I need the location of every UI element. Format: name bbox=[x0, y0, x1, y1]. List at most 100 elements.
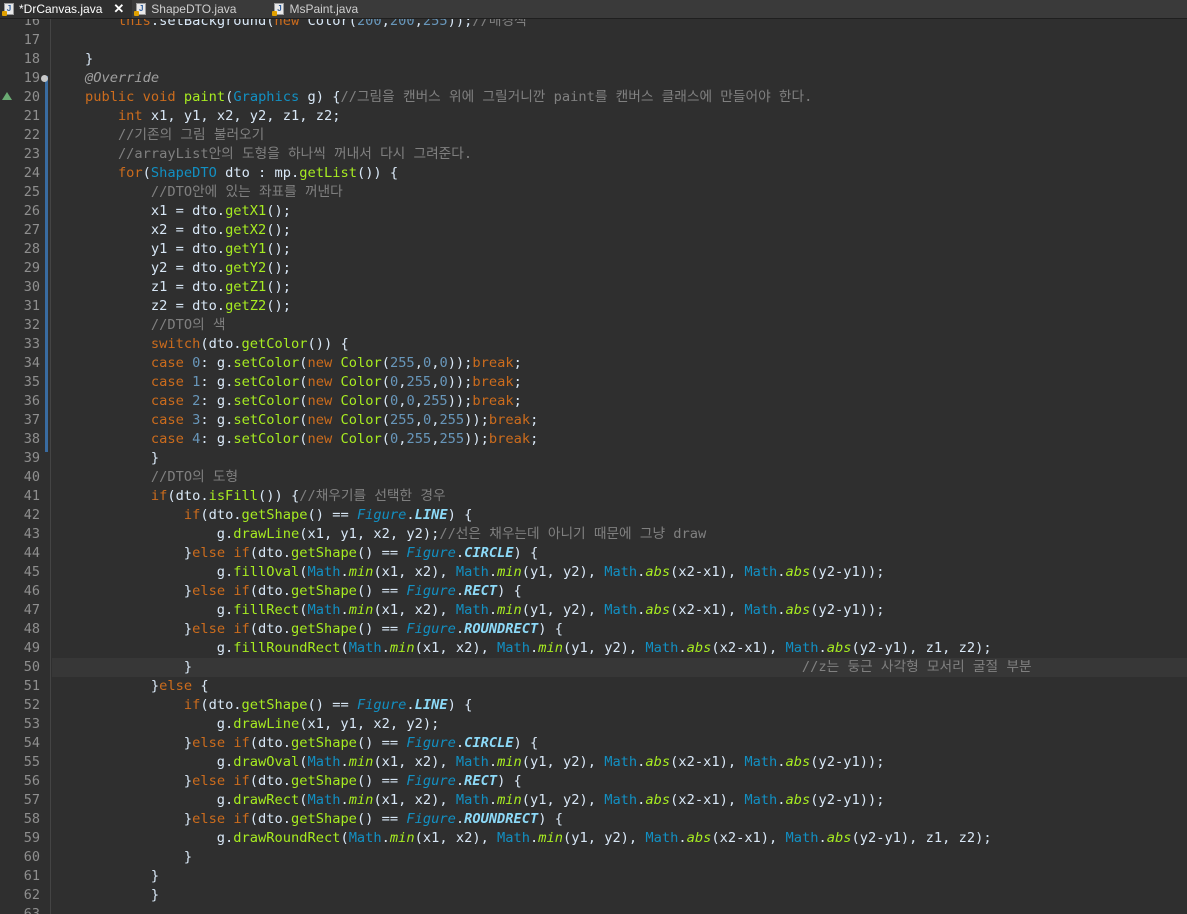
tab-drcanvas[interactable]: J *DrCanvas.java ✕ bbox=[0, 0, 133, 18]
code-token: . bbox=[777, 792, 786, 808]
code-token: Math bbox=[497, 830, 531, 846]
code-line[interactable] bbox=[52, 905, 1187, 914]
code-token: paint bbox=[183, 89, 226, 105]
code-token: min bbox=[348, 792, 374, 808]
code-line[interactable]: x1 = dto.getX1(); bbox=[52, 202, 1187, 221]
fold-toggle-icon[interactable] bbox=[41, 75, 48, 82]
code-line[interactable]: //기존의 그림 불러오기 bbox=[52, 126, 1187, 145]
tab-mspaint[interactable]: J MsPaint.java bbox=[246, 0, 368, 18]
code-line[interactable]: z1 = dto.getZ1(); bbox=[52, 278, 1187, 297]
code-line[interactable]: } bbox=[52, 886, 1187, 905]
code-token: min bbox=[538, 640, 563, 656]
code-token: 0 bbox=[439, 355, 448, 371]
code-line[interactable]: @Override bbox=[52, 69, 1187, 88]
code-line[interactable]: }else { bbox=[52, 677, 1187, 696]
code-token: g. bbox=[52, 526, 234, 542]
code-line[interactable]: case 2: g.setColor(new Color(0,0,255));b… bbox=[52, 392, 1187, 411]
code-line[interactable]: } bbox=[52, 449, 1187, 468]
code-token: ()) { bbox=[307, 336, 349, 352]
line-number: 44 bbox=[23, 545, 40, 561]
code-line[interactable]: }else if(dto.getShape() == Figure.ROUNDR… bbox=[52, 620, 1187, 639]
code-token: drawRect bbox=[233, 792, 300, 808]
code-token: Math bbox=[785, 640, 819, 656]
code-line[interactable]: } bbox=[52, 867, 1187, 886]
code-token: (); bbox=[266, 260, 291, 276]
code-line[interactable]: y2 = dto.getY2(); bbox=[52, 259, 1187, 278]
tab-shapedto[interactable]: J ShapeDTO.java bbox=[132, 0, 246, 18]
code-line[interactable]: g.drawLine(x1, y1, x2, y2);//선은 채우는데 아니기… bbox=[52, 525, 1187, 544]
code-line[interactable]: g.fillRect(Math.min(x1, x2), Math.min(y1… bbox=[52, 601, 1187, 620]
code-line[interactable]: } bbox=[52, 50, 1187, 69]
code-token: z1 = dto. bbox=[52, 279, 226, 295]
code-line[interactable]: } bbox=[52, 848, 1187, 867]
code-line[interactable]: }else if(dto.getShape() == Figure.RECT) … bbox=[52, 582, 1187, 601]
code-line[interactable]: //DTO안에 있는 좌표를 꺼낸다 bbox=[52, 183, 1187, 202]
code-editor[interactable]: 16 17 18 19 20 21 22 23 24 25 26 27 28 29 30 31 32 33 34 35… bbox=[0, 19, 1187, 914]
code-line[interactable]: g.fillRoundRect(Math.min(x1, x2), Math.m… bbox=[52, 639, 1187, 658]
code-line[interactable]: case 4: g.setColor(new Color(0,255,255))… bbox=[52, 430, 1187, 449]
code-line[interactable]: } //z는 둥근 사각형 모서리 굴절 부분 bbox=[52, 658, 1187, 677]
code-line[interactable]: g.drawRect(Math.min(x1, x2), Math.min(y1… bbox=[52, 791, 1187, 810]
code-token: 255 bbox=[389, 355, 415, 371]
tab-label: ShapeDTO.java bbox=[151, 2, 237, 16]
code-line[interactable]: case 0: g.setColor(new Color(255,0,0));b… bbox=[52, 354, 1187, 373]
code-line[interactable]: if(dto.isFill()) {//채우기를 선택한 경우 bbox=[52, 487, 1187, 506]
code-token: (x1, x2), bbox=[414, 830, 498, 846]
code-line[interactable]: x2 = dto.getX2(); bbox=[52, 221, 1187, 240]
code-line[interactable]: for(ShapeDTO dto : mp.getList()) { bbox=[52, 164, 1187, 183]
code-line[interactable]: }else if(dto.getShape() == Figure.CIRCLE… bbox=[52, 544, 1187, 563]
code-token: else bbox=[192, 583, 226, 599]
code-token: (); bbox=[266, 279, 291, 295]
code-token: g. bbox=[52, 564, 234, 580]
code-line[interactable]: g.drawOval(Math.min(x1, x2), Math.min(y1… bbox=[52, 753, 1187, 772]
code-line[interactable]: }else if(dto.getShape() == Figure.ROUNDR… bbox=[52, 810, 1187, 829]
code-line[interactable]: g.drawRoundRect(Math.min(x1, x2), Math.m… bbox=[52, 829, 1187, 848]
code-token: break bbox=[472, 374, 514, 390]
code-token: abs bbox=[785, 564, 811, 580]
code-line[interactable]: switch(dto.getColor()) { bbox=[52, 335, 1187, 354]
code-token: if bbox=[233, 621, 250, 637]
code-token: . bbox=[381, 830, 390, 846]
code-token: else bbox=[192, 545, 226, 561]
code-token: Color bbox=[340, 374, 382, 390]
code-line[interactable]: g.fillOval(Math.min(x1, x2), Math.min(y1… bbox=[52, 563, 1187, 582]
code-line[interactable]: //DTO의 색 bbox=[52, 316, 1187, 335]
code-line[interactable]: //arrayList안의 도형을 하나씩 꺼내서 다시 그려준다. bbox=[52, 145, 1187, 164]
code-token: 0 bbox=[389, 374, 399, 390]
code-token: g) { bbox=[299, 89, 341, 105]
code-token: (dto. bbox=[200, 507, 242, 523]
code-token: setColor bbox=[233, 431, 300, 447]
code-token: dto : mp. bbox=[216, 165, 300, 181]
code-line[interactable]: int x1, y1, x2, y2, z1, z2; bbox=[52, 107, 1187, 126]
code-token: (y1, y2), bbox=[521, 754, 605, 770]
code-token: //DTO의 색 bbox=[150, 317, 226, 333]
code-area[interactable]: this.setBackground(new Color(200,200,255… bbox=[52, 19, 1187, 914]
code-token: getShape bbox=[291, 735, 357, 751]
code-token: () == bbox=[356, 621, 407, 637]
code-line[interactable] bbox=[52, 31, 1187, 50]
code-line[interactable]: public void paint(Graphics g) {//그림을 캔버스… bbox=[52, 88, 1187, 107]
close-icon[interactable]: ✕ bbox=[113, 1, 124, 17]
code-line[interactable]: g.drawLine(x1, y1, x2, y2); bbox=[52, 715, 1187, 734]
code-line[interactable]: }else if(dto.getShape() == Figure.CIRCLE… bbox=[52, 734, 1187, 753]
line-number: 33 bbox=[23, 336, 40, 352]
code-token: z2 = dto. bbox=[52, 298, 226, 314]
code-token: 255 bbox=[406, 431, 432, 447]
code-line[interactable]: this.setBackground(new Color(200,200,255… bbox=[52, 19, 1187, 31]
code-token: getShape bbox=[241, 507, 308, 523]
code-token: ( bbox=[299, 412, 308, 428]
code-line[interactable]: if(dto.getShape() == Figure.LINE) { bbox=[52, 506, 1187, 525]
code-line[interactable]: }else if(dto.getShape() == Figure.RECT) … bbox=[52, 772, 1187, 791]
code-line[interactable]: case 1: g.setColor(new Color(0,255,0));b… bbox=[52, 373, 1187, 392]
code-line[interactable]: z2 = dto.getZ2(); bbox=[52, 297, 1187, 316]
code-token: 0 bbox=[406, 393, 415, 409]
code-token: min bbox=[538, 830, 563, 846]
code-line[interactable]: y1 = dto.getY1(); bbox=[52, 240, 1187, 259]
code-line[interactable]: if(dto.getShape() == Figure.LINE) { bbox=[52, 696, 1187, 715]
code-line[interactable]: case 3: g.setColor(new Color(255,0,255))… bbox=[52, 411, 1187, 430]
code-line[interactable]: //DTO의 도형 bbox=[52, 468, 1187, 487]
